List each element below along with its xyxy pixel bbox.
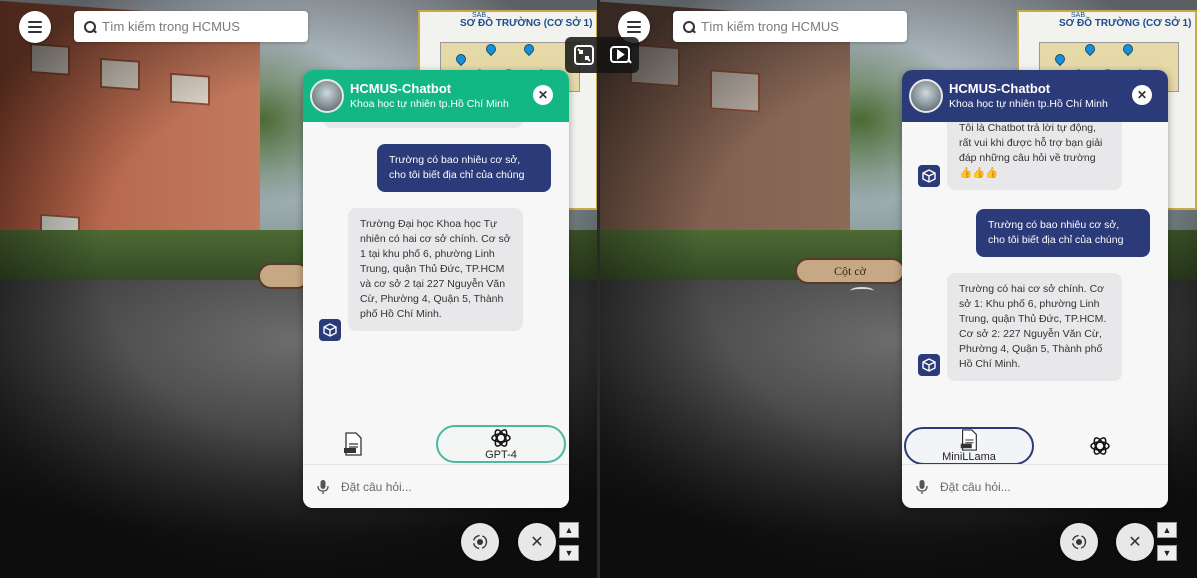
bot-greeting: Tôi là Chatbot trả lời tự động, rất vui … (947, 122, 1122, 190)
chatbot-logo (310, 79, 344, 113)
left-pane: SAB SƠ ĐỒ TRƯỜNG (CƠ SỞ 1) C B A HCMUS-C… (0, 0, 598, 578)
search-bar[interactable] (673, 11, 907, 42)
gyroscope-icon (1071, 534, 1087, 550)
chatbot-cube-icon (319, 319, 341, 341)
openai-icon (491, 429, 511, 447)
chat-title: HCMUS-Chatbot (350, 81, 452, 96)
model-selector: MiniLLama (902, 427, 1168, 469)
video-button[interactable] (607, 41, 635, 69)
chat-input[interactable] (940, 479, 1140, 494)
bot-message: Trường có hai cơ sở chính. Cơ sở 1: Khu … (947, 273, 1122, 381)
chat-composer (902, 464, 1168, 508)
menu-icon (627, 21, 641, 23)
chatbot-logo (909, 79, 943, 113)
chat-composer (303, 464, 569, 508)
scroll-down-button[interactable]: ▼ (1157, 545, 1177, 561)
map-title: SƠ ĐỒ TRƯỜNG (CƠ SỞ 1) (460, 18, 593, 29)
exit-split-button[interactable] (570, 41, 598, 69)
up-arrow-icon: ▲ (1162, 525, 1172, 535)
menu-button[interactable] (19, 11, 51, 43)
chat-messages[interactable]: Tôi là Chatbot trả lời tự động, rất vui … (902, 122, 1168, 422)
chatbot-cube-icon (918, 354, 940, 376)
exit-tour-button[interactable]: ✕ (1116, 523, 1154, 561)
search-icon (84, 20, 96, 33)
user-message: Trường có bao nhiêu cơ sở, cho tôi biết … (377, 144, 551, 192)
split-view-toolbar (565, 37, 639, 73)
user-message: Trường có bao nhiêu cơ sở, cho tôi biết … (976, 209, 1150, 257)
chatbot-window-gpt4: HCMUS-Chatbot Khoa học tự nhiên tp.Hồ Ch… (303, 70, 569, 508)
bot-message: Trường Đại học Khoa học Tự nhiên có hai … (348, 208, 523, 331)
down-arrow-icon: ▼ (1162, 548, 1172, 558)
gyroscope-icon (472, 534, 488, 550)
chat-subtitle: Khoa học tự nhiên tp.Hồ Chí Minh (949, 98, 1108, 110)
search-bar[interactable] (74, 11, 308, 42)
search-input[interactable] (102, 19, 302, 34)
right-pane: SAB SƠ ĐỒ TRƯỜNG (CƠ SỞ 1) C B A Cột cờ (600, 0, 1197, 578)
chatbot-window-minillama: HCMUS-Chatbot Khoa học tự nhiên tp.Hồ Ch… (902, 70, 1168, 508)
chat-subtitle: Khoa học tự nhiên tp.Hồ Chí Minh (350, 98, 509, 110)
close-icon: ✕ (1136, 88, 1148, 102)
search-input[interactable] (701, 19, 901, 34)
document-icon (960, 429, 977, 451)
chat-header: HCMUS-Chatbot Khoa học tự nhiên tp.Hồ Ch… (902, 70, 1168, 122)
minillama-model-button[interactable] (343, 425, 363, 463)
chat-header: HCMUS-Chatbot Khoa học tự nhiên tp.Hồ Ch… (303, 70, 569, 122)
search-icon (683, 20, 695, 33)
chat-title: HCMUS-Chatbot (949, 81, 1051, 96)
map-title: SƠ ĐỒ TRƯỜNG (CƠ SỞ 1) (1059, 18, 1192, 29)
video-icon (609, 46, 632, 64)
close-icon: ✕ (530, 534, 544, 551)
openai-icon (1090, 437, 1110, 455)
menu-icon (28, 21, 42, 23)
chat-messages[interactable]: Trường có bao nhiêu cơ sở, cho tôi biết … (303, 122, 569, 422)
chat-close-button[interactable]: ✕ (533, 85, 553, 105)
down-arrow-icon: ▼ (564, 548, 574, 558)
hotspot-label: Cột cờ (833, 263, 866, 278)
previous-bot-bubble (323, 122, 523, 128)
gpt4-model-button[interactable]: GPT-4 (436, 425, 566, 463)
model-label: GPT-4 (485, 449, 517, 461)
scroll-up-button[interactable]: ▲ (559, 522, 579, 538)
microphone-icon[interactable] (317, 479, 329, 495)
gpt4-model-button[interactable] (1082, 427, 1118, 465)
nav-arrow-icon[interactable] (850, 287, 874, 295)
minillama-model-button[interactable]: MiniLLama (904, 427, 1034, 465)
stage: SAB SƠ ĐỒ TRƯỜNG (CƠ SỞ 1) C B A HCMUS-C… (0, 0, 1197, 578)
chat-input[interactable] (341, 479, 541, 494)
document-icon (344, 432, 362, 456)
microphone-icon[interactable] (916, 479, 928, 495)
model-label: MiniLLama (942, 451, 996, 463)
hotspot-flagpole[interactable]: Cột cờ (795, 258, 905, 284)
chatbot-cube-icon (918, 165, 940, 187)
gyroscope-button[interactable] (1060, 523, 1098, 561)
scroll-down-button[interactable]: ▼ (559, 545, 579, 561)
exit-tour-button[interactable]: ✕ (518, 523, 556, 561)
up-arrow-icon: ▲ (564, 525, 574, 535)
close-icon: ✕ (1128, 534, 1142, 551)
close-icon: ✕ (537, 88, 549, 102)
model-selector: GPT-4 (303, 425, 569, 467)
scroll-up-button[interactable]: ▲ (1157, 522, 1177, 538)
chat-close-button[interactable]: ✕ (1132, 85, 1152, 105)
fullscreen-exit-icon (573, 45, 594, 65)
gyroscope-button[interactable] (461, 523, 499, 561)
